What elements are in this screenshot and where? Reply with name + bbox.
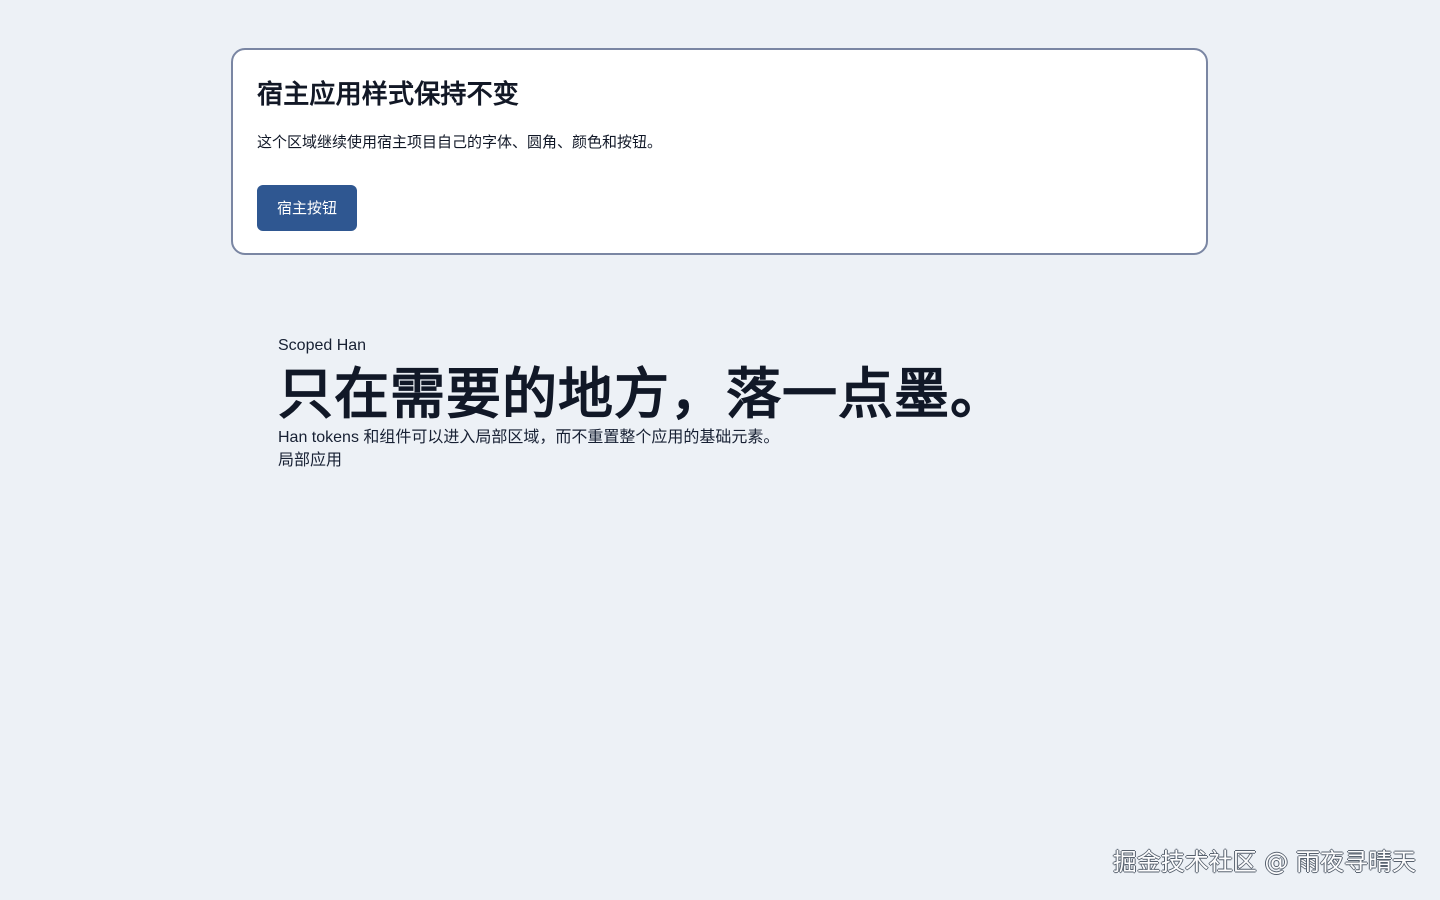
scoped-han-description: Han tokens 和组件可以进入局部区域，而不重置整个应用的基础元素。 — [278, 429, 780, 446]
host-card-description: 这个区域继续使用宿主项目自己的字体、圆角、颜色和按钮。 — [257, 133, 663, 151]
host-card-title: 宿主应用样式保持不变 — [257, 80, 520, 110]
scoped-han-section: Scoped Han 只在需要的地方，落一点墨。 Han tokens 和组件可… — [278, 335, 1058, 471]
local-application-label: 局部应用 — [278, 450, 343, 469]
host-style-card: 宿主应用样式保持不变 这个区域继续使用宿主项目自己的字体、圆角、颜色和按钮。 宿… — [231, 48, 1208, 255]
watermark-text: 掘金技术社区 @ 雨夜寻晴天 — [1112, 848, 1416, 876]
scoped-han-eyebrow: Scoped Han — [278, 337, 367, 354]
scoped-han-headline: 只在需要的地方，落一点墨。 — [278, 362, 1007, 426]
host-button[interactable]: 宿主按钮 — [257, 185, 357, 231]
